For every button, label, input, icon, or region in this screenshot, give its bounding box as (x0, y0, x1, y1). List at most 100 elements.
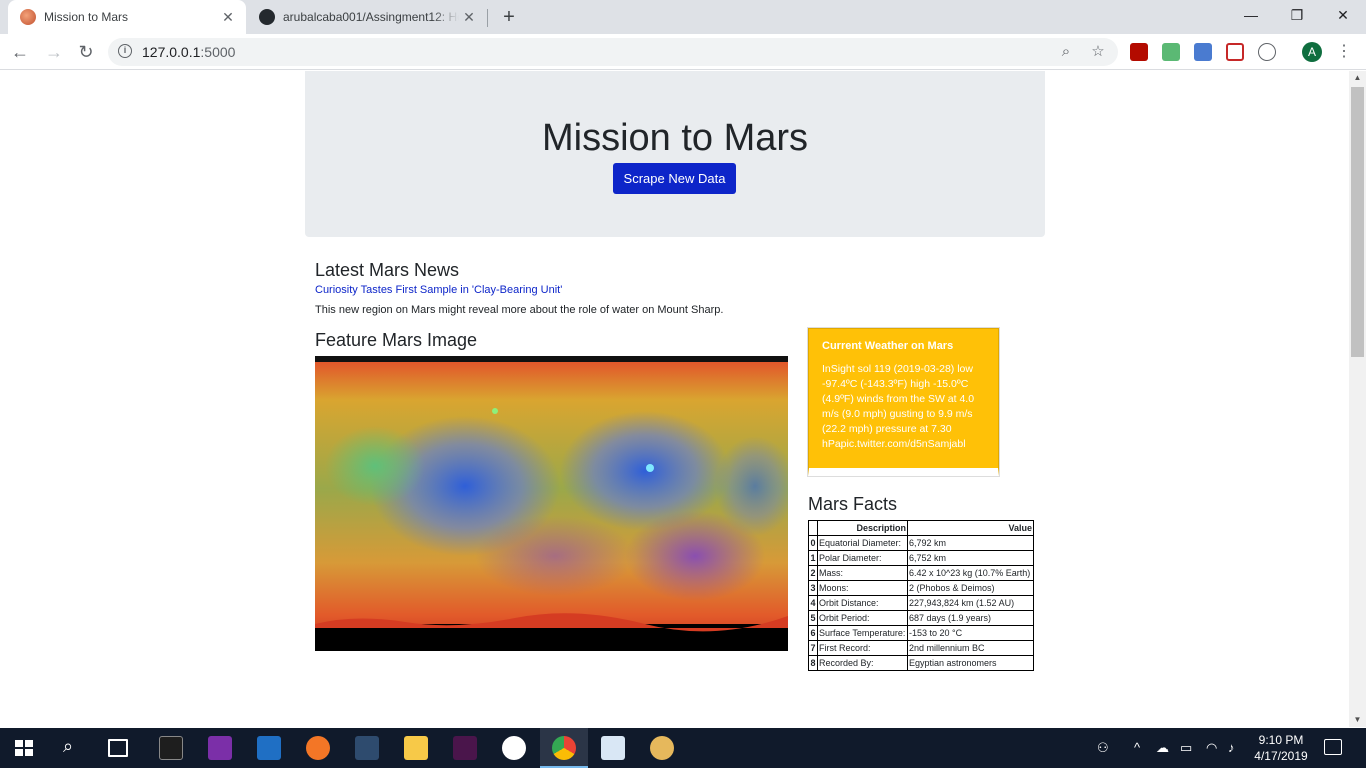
profile-avatar[interactable]: A (1302, 42, 1322, 62)
row-index: 1 (808, 550, 818, 566)
clock-date: 4/17/2019 (1254, 749, 1308, 763)
windows-start-icon[interactable] (15, 740, 33, 756)
onenote-icon[interactable] (208, 736, 232, 760)
tab-title: Mission to Mars (44, 10, 129, 24)
news-title-link[interactable]: Curiosity Tastes First Sample in 'Clay-B… (315, 284, 562, 296)
zoom-icon[interactable]: ⌕ (1056, 42, 1076, 62)
fact-value: 687 days (1.9 years) (907, 610, 1034, 626)
jumbotron-header: Mission to Mars Scrape New Data (305, 71, 1045, 237)
wifi-icon[interactable]: ◠ (1206, 740, 1217, 756)
scroll-up-arrow-icon[interactable]: ▲ (1349, 71, 1366, 85)
fact-value: 227,943,824 km (1.52 AU) (907, 595, 1034, 611)
file-explorer-icon[interactable] (404, 736, 428, 760)
vscode-icon[interactable] (257, 736, 281, 760)
fact-value: Egyptian astronomers (907, 655, 1034, 671)
weather-heading: Current Weather on Mars (822, 340, 954, 352)
code-extension-icon[interactable] (1258, 43, 1276, 61)
row-index: 0 (808, 535, 818, 551)
screenshot-extension-icon[interactable] (1194, 43, 1212, 61)
mars-facts-heading: Mars Facts (808, 494, 898, 514)
tab-mission-to-mars[interactable]: Mission to Mars ✕ (8, 0, 246, 34)
jupyter-icon[interactable] (306, 736, 330, 760)
table-header-row: Description Value (808, 520, 1034, 536)
chrome-menu-icon[interactable]: ⋮ (1336, 40, 1352, 64)
news-paragraph: This new region on Mars might reveal mor… (315, 304, 724, 316)
row-index: 4 (808, 595, 818, 611)
site-info-icon[interactable]: i (118, 44, 132, 58)
tab-title: arubalcaba001/Assingment12: Ho (283, 10, 459, 24)
table-row: 2 Mass: 6.42 x 10^23 kg (10.7% Earth) (808, 565, 1034, 581)
notification-center-icon[interactable] (1324, 739, 1342, 755)
new-tab-button[interactable]: + (498, 6, 520, 28)
close-tab-icon[interactable]: ✕ (218, 9, 238, 26)
tab-separator (487, 9, 488, 27)
windows-taskbar: ⌕ ⚇ ^ ☁ ▭ ◠ ♪ 9:10 PM 4/17/2019 (0, 728, 1366, 768)
featured-mars-image (315, 356, 788, 651)
fact-description: Mass: (817, 565, 908, 581)
fact-description: Equatorial Diameter: (817, 535, 908, 551)
system-clock[interactable]: 9:10 PM 4/17/2019 (1250, 732, 1312, 764)
scrape-new-data-button[interactable]: Scrape New Data (613, 163, 736, 194)
latest-news-heading: Latest Mars News (315, 260, 460, 280)
close-window-button[interactable]: ✕ (1320, 0, 1366, 30)
index-header (808, 520, 818, 536)
task-view-icon[interactable] (108, 739, 128, 757)
scrollbar-thumb[interactable] (1351, 87, 1364, 357)
github-icon (259, 9, 275, 25)
download-extension-icon[interactable] (1162, 43, 1180, 61)
url-text[interactable]: 127.0.0.1:5000 (142, 44, 235, 60)
browser-toolbar: ← → ↻ i 127.0.0.1:5000 ⌕ ☆ A ⋮ (0, 34, 1366, 70)
people-icon[interactable]: ⚇ (1097, 740, 1109, 756)
table-row: 0 Equatorial Diameter: 6,792 km (808, 535, 1034, 551)
table-row: 1 Polar Diameter: 6,752 km (808, 550, 1034, 566)
description-header: Description (817, 520, 908, 536)
pocket-extension-icon[interactable] (1226, 43, 1244, 61)
paint-icon[interactable] (601, 736, 625, 760)
restore-button[interactable]: ❐ (1274, 0, 1320, 30)
back-arrow-icon[interactable]: ← (8, 40, 32, 64)
fact-description: Surface Temperature: (817, 625, 908, 641)
fact-description: Orbit Distance: (817, 595, 908, 611)
mars-map-graphic (315, 356, 788, 651)
pdf-extension-icon[interactable] (1130, 43, 1148, 61)
minimize-button[interactable]: — (1228, 0, 1274, 30)
page-title: Mission to Mars (541, 117, 809, 159)
battery-icon[interactable]: ▭ (1180, 740, 1192, 756)
reload-icon[interactable]: ↻ (74, 40, 98, 64)
forward-arrow-icon[interactable]: → (42, 40, 66, 64)
table-row: 5 Orbit Period: 687 days (1.9 years) (808, 610, 1034, 626)
slack-icon[interactable] (453, 736, 477, 760)
show-hidden-icons-chevron-icon[interactable]: ^ (1134, 740, 1140, 755)
page-viewport: Mission to Mars Scrape New Data Latest M… (0, 71, 1349, 727)
fact-description: First Record: (817, 640, 908, 656)
weather-card: Current Weather on Mars InSight sol 119 … (808, 328, 999, 476)
mars-facts-table: Description Value 0 Equatorial Diameter: 6… (808, 520, 1034, 671)
featured-image-heading: Feature Mars Image (315, 330, 478, 350)
mars-favicon-icon (20, 9, 36, 25)
scroll-down-arrow-icon[interactable]: ▼ (1349, 713, 1366, 727)
bookmark-star-icon[interactable]: ☆ (1088, 42, 1108, 62)
onedrive-cloud-icon[interactable]: ☁ (1156, 740, 1169, 756)
fact-value: 6,752 km (907, 550, 1034, 566)
mysql-workbench-icon[interactable] (355, 736, 379, 760)
table-row: 6 Surface Temperature: -153 to 20 °C (808, 625, 1034, 641)
fact-value: 6,792 km (907, 535, 1034, 551)
address-bar[interactable]: i 127.0.0.1:5000 ⌕ ☆ (108, 38, 1118, 66)
fact-description: Recorded By: (817, 655, 908, 671)
weather-text: InSight sol 119 (2019-03-28) low -97.4ºC… (822, 363, 975, 450)
mongodb-icon[interactable] (502, 736, 526, 760)
fact-value: 6.42 x 10^23 kg (10.7% Earth) (907, 565, 1034, 581)
volume-icon[interactable]: ♪ (1228, 740, 1235, 755)
chrome-icon[interactable] (552, 736, 576, 760)
close-tab-icon[interactable]: ✕ (459, 9, 479, 26)
row-index: 8 (808, 655, 818, 671)
terminal-icon[interactable] (159, 736, 183, 760)
fact-value: -153 to 20 °C (907, 625, 1034, 641)
vertical-scrollbar[interactable]: ▲ ▼ (1349, 71, 1366, 727)
paint-palette-icon[interactable] (650, 736, 674, 760)
row-index: 6 (808, 625, 818, 641)
browser-tab-strip: Mission to Mars ✕ arubalcaba001/Assingme… (0, 0, 1366, 34)
tab-github[interactable]: arubalcaba001/Assingment12: Ho ✕ (247, 0, 487, 34)
search-icon[interactable]: ⌕ (63, 736, 73, 757)
fact-description: Orbit Period: (817, 610, 908, 626)
